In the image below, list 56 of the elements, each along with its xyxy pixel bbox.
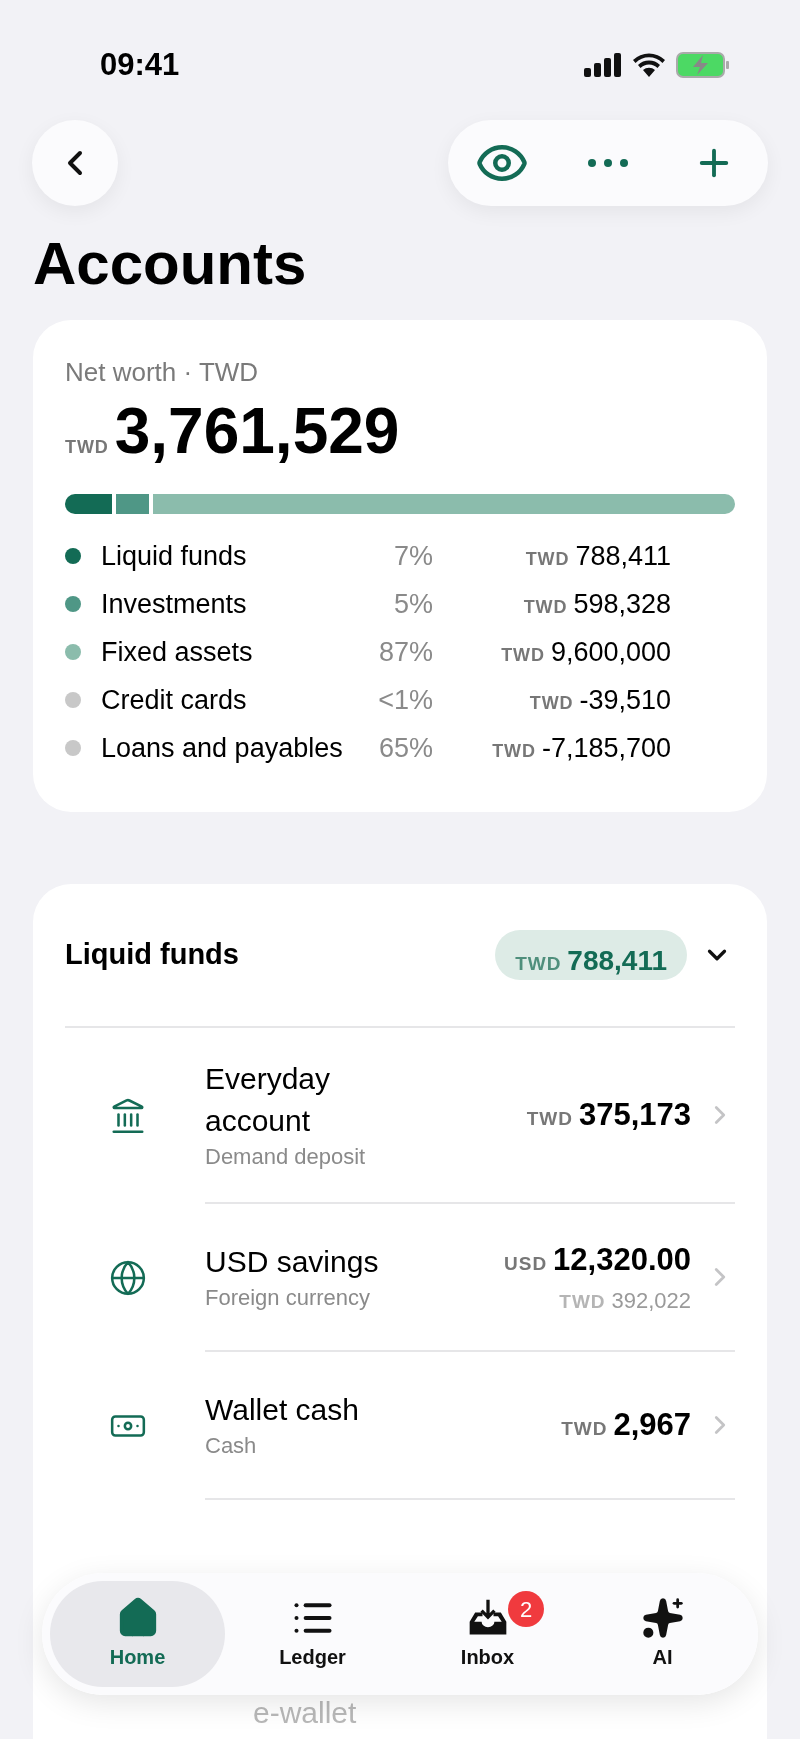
currency-code: TWD	[526, 1106, 573, 1131]
category-name: Fixed assets	[101, 635, 254, 669]
category-amount: 598,328	[573, 587, 671, 621]
category-amount: -7,185,700	[541, 731, 671, 765]
wifi-icon	[632, 53, 666, 77]
battery-icon	[676, 52, 730, 78]
category-amount: 788,411	[575, 539, 671, 573]
account-row[interactable]: Wallet cash Cash TWD 2,967	[65, 1352, 735, 1500]
currency-code: TWD	[525, 547, 570, 571]
category-percent: 87%	[377, 635, 433, 669]
tab-item[interactable]: Inbox 2	[400, 1581, 575, 1687]
category-name: Investments	[101, 587, 248, 621]
currency-code: USD	[504, 1252, 548, 1277]
account-type: Foreign currency	[205, 1284, 372, 1312]
account-type: Cash	[205, 1432, 258, 1460]
category-name: Credit cards	[101, 683, 248, 717]
account-name: USD savings	[205, 1244, 380, 1280]
currency-code: TWD	[561, 1416, 608, 1441]
category-name: Liquid funds	[101, 539, 248, 573]
account-name: e-wallet	[253, 1695, 357, 1731]
globe-icon	[109, 1259, 147, 1297]
group-title: Liquid funds	[65, 937, 240, 973]
account-amount: 375,173	[578, 1095, 691, 1134]
status-time: 09:41	[100, 45, 180, 84]
group-total-pill: TWD 788,411	[495, 930, 687, 980]
account-row[interactable]: Everyday account Demand deposit TWD 375,173	[65, 1028, 735, 1204]
account-name: Everyday account	[205, 1061, 332, 1139]
converted-amount: 392,022	[611, 1286, 691, 1315]
currency-code: TWD	[492, 739, 536, 763]
category-percent: 7%	[392, 539, 433, 573]
net-worth-label: Net worth · TWD	[65, 356, 260, 388]
category-amount: 9,600,000	[550, 635, 671, 669]
tab-item[interactable]: AI	[575, 1581, 750, 1687]
category-amount: -39,510	[579, 683, 671, 717]
account-name: Wallet cash	[205, 1392, 360, 1428]
currency-code: TWD	[65, 436, 109, 459]
tab-item[interactable]: Ledger	[225, 1581, 400, 1687]
currency-code: TWD	[529, 691, 574, 715]
category-name: Loans and payables	[101, 731, 344, 765]
category-percent: <1%	[377, 683, 433, 717]
account-amount: 2,967	[613, 1405, 691, 1444]
account-row[interactable]: USD savings Foreign currency USD 12,320.00 TWD 392,022	[65, 1204, 735, 1352]
more-icon	[588, 159, 628, 167]
category-percent: 5%	[392, 587, 433, 621]
tab-item[interactable]: Home	[50, 1581, 225, 1687]
page-title: Accounts	[32, 229, 308, 299]
account-amount: 12,320.00	[553, 1241, 691, 1280]
signal-icon	[584, 53, 622, 77]
sparkles-icon	[640, 1596, 685, 1640]
category-percent: 65%	[377, 731, 433, 765]
notification-badge: 2	[508, 1591, 544, 1627]
currency-code: TWD	[501, 643, 545, 667]
account-type: Demand deposit	[205, 1143, 367, 1171]
net-worth-amount: 3,761,529	[114, 394, 400, 469]
currency-code: TWD	[523, 595, 568, 619]
currency-code: TWD	[559, 1289, 606, 1314]
